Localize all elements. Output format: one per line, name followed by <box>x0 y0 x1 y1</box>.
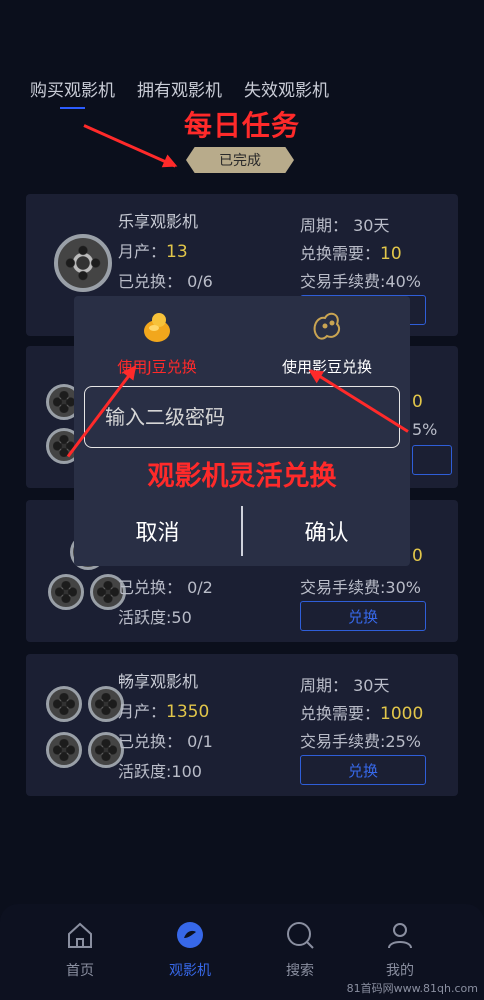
option-ying-label: 使用影豆兑换 <box>281 358 372 376</box>
exchange-need: 兑换需要：10 <box>300 244 402 264</box>
option-ying-bean[interactable]: 使用影豆兑换 <box>252 306 402 377</box>
redeemed-count: 已兑换： 0/2 <box>118 578 213 597</box>
nav-home[interactable]: 首页 <box>40 920 120 980</box>
nav-me-label: 我的 <box>386 963 414 979</box>
nav-me[interactable]: 我的 <box>360 920 440 980</box>
nav-search[interactable]: 搜索 <box>260 920 340 980</box>
nav-machine[interactable]: 观影机 <box>150 920 230 980</box>
activity: 活跃度:50 <box>118 608 192 627</box>
monthly-output: 月产：1350 <box>118 702 210 722</box>
ying-bean-icon <box>313 312 341 340</box>
option-j-bean[interactable]: 使用J豆兑换 <box>82 306 232 377</box>
bottom-nav: 首页 观影机 搜索 我的 81首码网www.81qh.com <box>0 904 484 1000</box>
exchange-need: 0 <box>412 546 423 566</box>
j-bean-icon <box>144 313 170 342</box>
exchange-button[interactable]: 兑换 <box>300 755 426 785</box>
annotation-daily-task: 每日任务 <box>183 109 300 142</box>
cancel-button[interactable]: 取消 <box>74 504 241 558</box>
exchange-need: 0 <box>412 392 423 412</box>
annotation-flex-exchange: 观影机灵活兑换 <box>147 461 337 492</box>
fee: 交易手续费:25% <box>300 732 421 751</box>
watermark: 81首码网www.81qh.com <box>346 982 478 995</box>
film-reel-icon <box>40 682 126 772</box>
status-badge: 已完成 <box>186 147 294 173</box>
redeemed-count: 已兑换： 0/1 <box>118 732 213 751</box>
user-icon <box>388 923 412 949</box>
home-icon <box>68 922 92 948</box>
fee: 交易手续费:30% <box>300 578 421 597</box>
option-j-label: 使用J豆兑换 <box>117 358 197 376</box>
nav-machine-label: 观影机 <box>169 963 211 979</box>
nav-home-label: 首页 <box>66 963 94 979</box>
period: 周期： 30天 <box>300 216 390 235</box>
machine-icon <box>177 922 203 948</box>
activity: 活跃度:100 <box>118 762 202 781</box>
fee: 交易手续费:40% <box>300 272 421 291</box>
redeemed-count: 已兑换： 0/6 <box>118 272 213 291</box>
search-icon <box>287 922 314 949</box>
fee: 5% <box>412 420 438 439</box>
machine-card-4: 畅享观影机 月产：1350 已兑换： 0/1 活跃度:100 周期： 30天 兑… <box>26 654 458 796</box>
exchange-dialog: 使用J豆兑换 使用影豆兑换 观影机灵活兑换 取消 确认 <box>74 296 410 566</box>
tab-expired-machine[interactable]: 失效观影机 <box>244 76 329 101</box>
tab-owned-machine[interactable]: 拥有观影机 <box>137 76 222 101</box>
period: 周期： 30天 <box>300 676 390 695</box>
exchange-button[interactable]: 兑换 <box>300 601 426 631</box>
machine-name: 畅享观影机 <box>118 672 199 691</box>
exchange-need: 兑换需要：1000 <box>300 704 424 724</box>
nav-search-label: 搜索 <box>286 963 314 979</box>
exchange-button[interactable] <box>412 445 452 475</box>
top-tabs: 购买观影机 拥有观影机 失效观影机 <box>30 76 329 109</box>
tab-buy-machine[interactable]: 购买观影机 <box>30 76 115 109</box>
machine-name: 乐享观影机 <box>118 212 199 231</box>
confirm-button[interactable]: 确认 <box>243 504 410 558</box>
monthly-output: 月产：13 <box>118 242 188 262</box>
